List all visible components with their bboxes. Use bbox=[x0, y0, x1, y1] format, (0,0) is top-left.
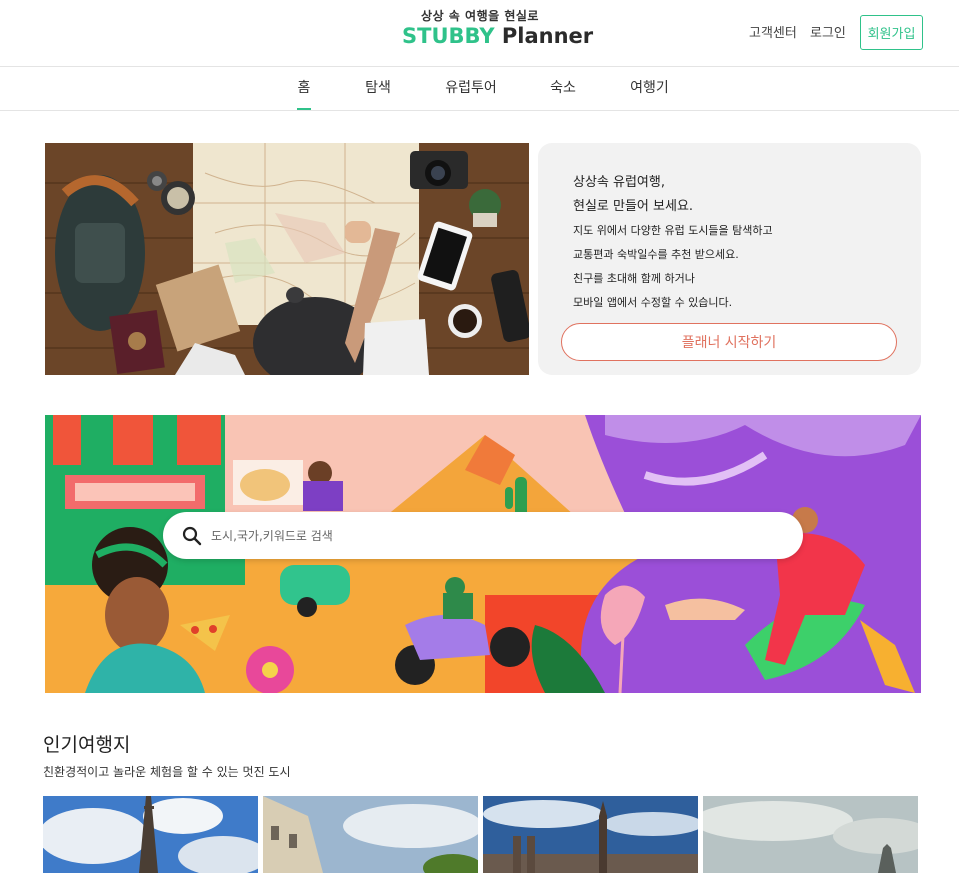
login-link[interactable]: 로그인 bbox=[810, 22, 846, 41]
popular-section-title: 인기여행지 bbox=[43, 734, 131, 756]
nav-item-explore[interactable]: 탐색 bbox=[365, 68, 391, 110]
destination-card[interactable] bbox=[43, 796, 258, 873]
hero-travel-map-image bbox=[45, 143, 529, 375]
destination-card[interactable] bbox=[263, 796, 478, 873]
destination-card[interactable] bbox=[703, 796, 918, 873]
hero-desc-line-2: 교통편과 숙박일수를 추천 받으세요. bbox=[573, 248, 739, 261]
hero-intro-card: 상상속 유럽여행, 현실로 만들어 보세요. 지도 위에서 다양한 유럽 도시들… bbox=[538, 143, 921, 375]
nav-item-home[interactable]: 홈 bbox=[297, 68, 311, 110]
hero-desc-line-3: 친구를 초대해 함께 하거나 bbox=[573, 272, 695, 285]
hero-desc-line-1: 지도 위에서 다양한 유럽 도시들을 탐색하고 bbox=[573, 224, 773, 237]
start-planner-button[interactable]: 플래너 시작하기 bbox=[561, 323, 897, 361]
nav-item-europe-tour[interactable]: 유럽투어 bbox=[445, 68, 497, 110]
destination-search-box[interactable] bbox=[163, 512, 803, 559]
brand-logo[interactable]: 상상 속 여행을 현실로 STUBBY Planner bbox=[402, 8, 593, 48]
search-icon bbox=[181, 525, 203, 547]
brand-name: STUBBY Planner bbox=[402, 24, 593, 48]
hero-desc-line-4: 모바일 앱에서 수정할 수 있습니다. bbox=[573, 296, 733, 309]
hero-title-line-1: 상상속 유럽여행, bbox=[573, 175, 665, 190]
hero-title-line-2: 현실로 만들어 보세요. bbox=[573, 199, 694, 214]
destination-card[interactable] bbox=[483, 796, 698, 873]
signup-button[interactable]: 회원가입 bbox=[860, 15, 923, 50]
help-center-link[interactable]: 고객센터 bbox=[749, 22, 797, 41]
popular-section-subtitle: 친환경적이고 놀라운 체험을 할 수 있는 멋진 도시 bbox=[43, 765, 291, 779]
brand-name-stubby: STUBBY bbox=[402, 24, 495, 48]
nav-item-lodging[interactable]: 숙소 bbox=[550, 68, 576, 110]
nav-item-travelogue[interactable]: 여행기 bbox=[630, 68, 669, 110]
brand-tagline: 상상 속 여행을 현실로 bbox=[421, 9, 539, 23]
site-header: 상상 속 여행을 현실로 STUBBY Planner 고객센터 로그인 회원가… bbox=[0, 0, 959, 67]
brand-name-planner: Planner bbox=[501, 24, 594, 48]
search-input[interactable] bbox=[211, 521, 771, 551]
main-nav: 홈 탐색 유럽투어 숙소 여행기 bbox=[0, 68, 959, 111]
